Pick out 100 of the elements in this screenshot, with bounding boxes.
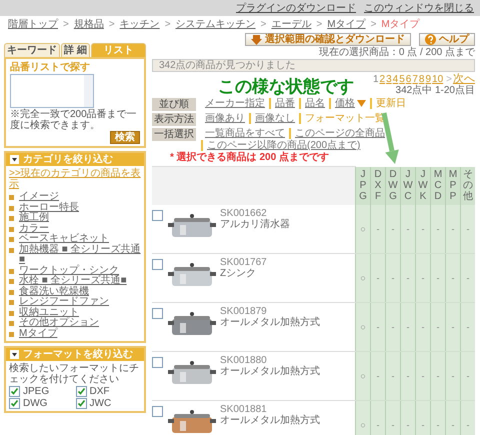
option-link[interactable]: このページ以降の商品(200点まで) <box>207 140 360 151</box>
checkbox[interactable] <box>152 210 163 221</box>
table-cell: - <box>400 205 416 254</box>
sidebar-tab[interactable]: 詳 細 <box>61 43 90 57</box>
breadcrumb-link[interactable]: 階層トップ <box>8 19 58 30</box>
table-cell: - <box>430 254 446 302</box>
option-link[interactable]: 価格 <box>335 98 355 109</box>
table-cell: ○ <box>356 352 370 400</box>
option-link[interactable]: 更新日 <box>376 98 406 109</box>
table-cell: - <box>400 254 416 302</box>
box-title: フォーマットを絞り込む <box>23 349 133 360</box>
option-link[interactable]: 品番 <box>275 98 295 109</box>
collapse-icon[interactable] <box>10 350 19 359</box>
toolbar-button[interactable]: 選択範囲の確認とダウンロード <box>245 33 411 46</box>
category-link[interactable]: カラー <box>19 224 49 234</box>
product-code: SK001879 <box>220 306 268 317</box>
option-label: 一括選択 <box>152 128 196 141</box>
breadcrumb-link[interactable]: システムキッチン <box>176 19 256 30</box>
next-link[interactable]: 次へ <box>453 74 475 85</box>
option-link[interactable]: 一覧商品をすべて <box>205 128 285 139</box>
column-header: MCD <box>430 166 446 205</box>
table-cell: - <box>416 254 430 302</box>
table-cell: - <box>416 352 430 400</box>
option-link[interactable]: このページの全商品 <box>295 128 385 139</box>
checkbox[interactable] <box>9 386 20 397</box>
option-link[interactable]: 品名 <box>305 98 325 109</box>
category-link[interactable]: 加熱機器 ■ 全シリーズ共通■ <box>19 244 141 266</box>
product-code: SK001881 <box>220 404 268 415</box>
checkbox[interactable] <box>152 259 163 270</box>
category-link[interactable]: 食器洗い乾燥機 <box>19 286 89 297</box>
limit-note: * 選択できる商品は 200 点までです <box>170 152 330 163</box>
checkbox[interactable] <box>152 357 163 368</box>
page-link[interactable]: 2 <box>380 74 386 85</box>
toolbar-button[interactable]: ヘルプ <box>419 33 475 46</box>
bullet-icon <box>9 268 14 274</box>
table-cell: - <box>430 400 446 435</box>
checkbox[interactable] <box>152 308 163 319</box>
breadcrumb-link[interactable]: エーデル <box>271 19 312 30</box>
format-label: DXF <box>90 386 110 397</box>
table-cell: - <box>460 302 475 352</box>
page-link[interactable]: 8 <box>418 74 424 85</box>
checkbox[interactable] <box>76 386 86 397</box>
column-header: JWC <box>400 166 416 205</box>
breadcrumb-link[interactable]: キッチン <box>120 19 160 30</box>
top-link[interactable]: プラグインのダウンロード <box>236 2 356 14</box>
page-link[interactable]: 6 <box>406 74 412 85</box>
option-link[interactable]: 画像あり <box>205 113 245 124</box>
breadcrumb-link[interactable]: 規格品 <box>74 19 104 30</box>
category-link[interactable]: その他オプション <box>19 318 99 328</box>
option-label: 表示方法 <box>152 113 196 126</box>
collapse-icon[interactable] <box>10 155 19 164</box>
breadcrumb-link[interactable]: Mタイプ <box>381 19 420 30</box>
page-link[interactable]: 7 <box>412 74 418 85</box>
format-label: JWC <box>90 398 112 409</box>
table-cell: - <box>446 352 460 400</box>
page-link[interactable]: 5 <box>399 74 405 85</box>
table-cell: - <box>460 352 475 400</box>
item-list-field[interactable] <box>10 74 94 108</box>
column-header: MPP <box>446 166 460 205</box>
category-link[interactable]: レンジフードファン <box>19 297 109 308</box>
bullet-icon <box>9 195 14 200</box>
page-link[interactable]: 10 <box>432 74 444 85</box>
page-link[interactable]: 3 <box>386 74 392 85</box>
breadcrumb-separator: > <box>260 19 266 30</box>
page-link[interactable]: 9 <box>425 74 432 85</box>
column-header: DWG <box>386 166 400 205</box>
page-link[interactable]: 1 <box>372 74 379 85</box>
page-link[interactable]: 4 <box>392 74 398 85</box>
bullet-icon <box>9 321 14 326</box>
search-button[interactable]: 検索 <box>110 131 140 144</box>
table-cell: - <box>370 400 386 435</box>
checkbox[interactable] <box>76 398 86 409</box>
bullet-icon <box>9 206 14 210</box>
category-link[interactable]: イメージ <box>19 192 59 202</box>
category-link[interactable]: 水栓 ■ 全シリーズ共通■ <box>19 276 127 286</box>
bullet-icon <box>9 332 14 336</box>
category-link[interactable]: Mタイプ <box>19 328 58 339</box>
table-cell: - <box>416 400 430 435</box>
category-link[interactable]: ホーロー特長 <box>19 202 79 213</box>
option-link[interactable]: 画像なし <box>255 113 295 124</box>
table-cell: ○ <box>356 302 370 352</box>
show-all-link[interactable]: >>現在のカテゴリの商品を表示 <box>9 168 141 190</box>
checkbox[interactable] <box>152 406 163 417</box>
table-cell: ○ <box>356 400 370 435</box>
breadcrumb-link[interactable]: Mタイプ <box>327 19 366 30</box>
category-link[interactable]: ワークトップ・シンク <box>19 266 119 276</box>
category-link[interactable]: 施工例 <box>19 213 49 224</box>
sidebar-tab[interactable]: キーワード <box>4 43 60 57</box>
format-hint: 検索したいフォーマットにチェックを付けてください <box>9 363 140 385</box>
bullet-icon <box>9 226 14 232</box>
checkbox[interactable] <box>9 398 20 409</box>
option-link[interactable]: メーカー指定 <box>205 98 265 109</box>
table-cell: ○ <box>356 254 370 302</box>
category-link[interactable]: 収納ユニット <box>19 308 79 318</box>
table-cell: - <box>460 205 475 254</box>
category-link[interactable]: ベースキャビネット <box>19 234 109 244</box>
top-link[interactable]: このウィンドウを閉じる <box>364 2 474 14</box>
table-cell: - <box>370 352 386 400</box>
table-cell: ○ <box>356 205 370 254</box>
product-name: オールメタル加熱方式 <box>220 415 321 426</box>
